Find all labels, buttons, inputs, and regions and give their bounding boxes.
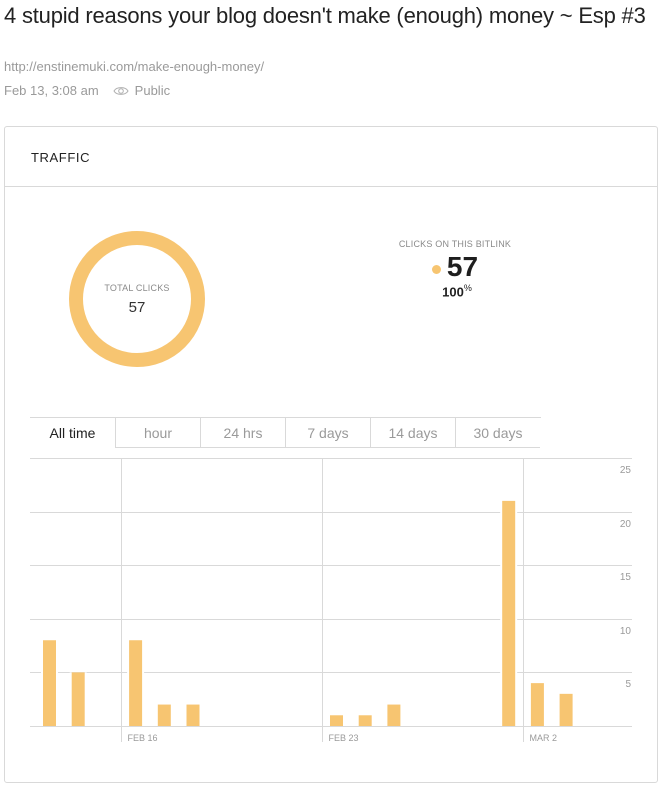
bar xyxy=(330,715,343,726)
clicks-bar-chart: FEB 16 FEB 23 MAR 2 5 10 15 20 25 xyxy=(30,458,632,743)
y-tick-label: 15 xyxy=(620,572,632,583)
x-tick-label: FEB 16 xyxy=(128,733,158,743)
bar xyxy=(129,640,143,726)
bar xyxy=(186,704,200,726)
bar xyxy=(387,704,401,726)
y-tick-label: 25 xyxy=(620,465,632,476)
bar xyxy=(43,640,56,726)
y-tick-label: 20 xyxy=(620,519,632,530)
x-tick-label: FEB 23 xyxy=(329,733,359,743)
x-tick-label: MAR 2 xyxy=(530,733,558,743)
y-tick-label: 5 xyxy=(625,679,631,690)
y-tick-label: 10 xyxy=(620,626,632,637)
bar xyxy=(358,715,372,726)
bar xyxy=(559,693,573,726)
bar xyxy=(502,500,516,726)
bar xyxy=(157,704,171,726)
bar xyxy=(530,683,544,726)
bar xyxy=(71,672,85,726)
